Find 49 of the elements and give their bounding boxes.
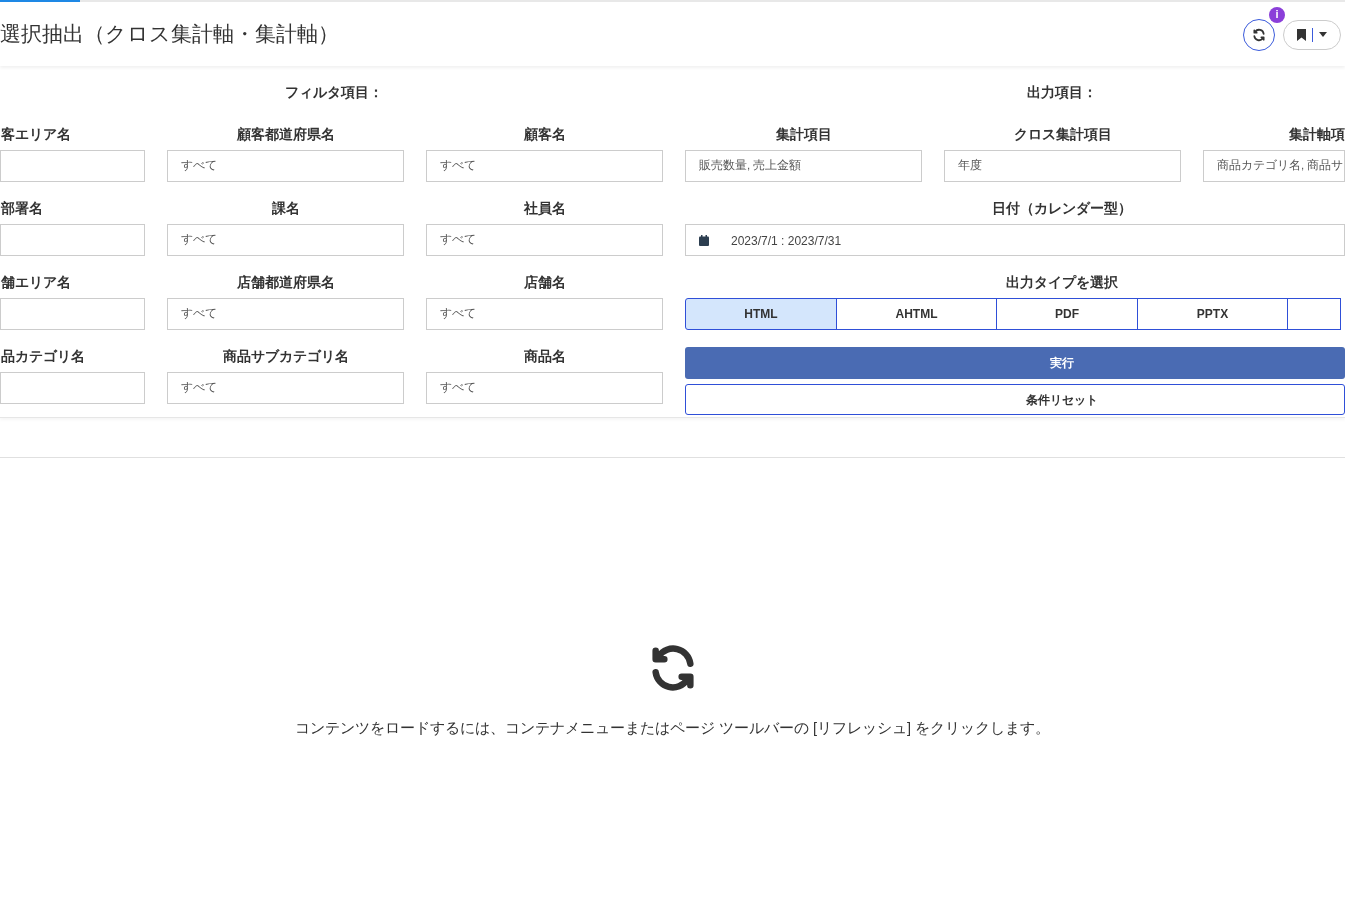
field-label: 集計項目 [775,125,832,144]
select-field[interactable]: 販売数量, 売上金額 [685,150,922,182]
field-label: 社員名 [523,199,566,218]
date-range-field[interactable]: 2023/7/1 : 2023/7/31 [685,224,1345,256]
run-button[interactable]: 実行 [685,347,1345,379]
select-field[interactable]: すべて [426,150,663,182]
bookmark-icon [1297,28,1306,41]
refresh-icon [1252,27,1266,42]
select-field[interactable]: すべて [167,224,404,256]
select-field[interactable] [0,150,145,182]
select-field[interactable]: すべて [426,372,663,404]
select-field[interactable]: 商品カテゴリ名, 商品サ [1203,150,1345,182]
field-label: 品カテゴリ名 [1,347,85,366]
field-label: 日付（カレンダー型） [992,199,1132,218]
output-type-tab[interactable]: PPTX [1137,298,1288,330]
select-field[interactable]: 年度 [944,150,1181,182]
select-field[interactable] [0,372,145,404]
field-label: 舗エリア名 [1,273,71,292]
field-label: 部署名 [1,199,43,218]
field-label: 商品サブカテゴリ名 [222,347,349,366]
calendar-icon [699,235,709,246]
info-badge: i [1269,6,1285,23]
select-field[interactable]: すべて [167,298,404,330]
reset-button[interactable]: 条件リセット [685,384,1345,415]
select-field[interactable]: すべて [167,150,404,182]
output-type-tab[interactable]: HTML [685,298,837,330]
page-title: 選択抽出（クロス集計軸・集計軸） [0,21,339,48]
section-heading: フィルタ項目： [284,83,383,102]
field-label: 出力タイプを選択 [1006,273,1118,292]
output-type-tab[interactable] [1287,298,1341,330]
select-field[interactable] [0,298,145,330]
field-label: クロス集計項目 [1013,125,1112,144]
empty-state-message: コンテンツをロードするには、コンテナメニューまたはページ ツールバーの [リフレッシュ] をクリックします。 [294,719,1051,738]
field-label: 店舗都道府県名 [236,273,335,292]
field-label: 顧客名 [523,125,566,144]
field-label: 顧客都道府県名 [236,125,335,144]
select-field[interactable]: すべて [167,372,404,404]
caret-icon [1319,32,1327,37]
select-field[interactable] [0,224,145,256]
field-label: 店舗名 [523,273,566,292]
field-label: 課名 [271,199,300,218]
output-type-tab[interactable]: AHTML [836,298,997,330]
section-heading: 出力項目： [1027,83,1097,102]
field-label: 集計軸項 [1289,125,1345,144]
select-field[interactable]: すべて [426,298,663,330]
output-type-tab[interactable]: PDF [996,298,1138,330]
select-field[interactable]: すべて [426,224,663,256]
field-label: 客エリア名 [1,125,71,144]
field-label: 商品名 [523,347,566,366]
